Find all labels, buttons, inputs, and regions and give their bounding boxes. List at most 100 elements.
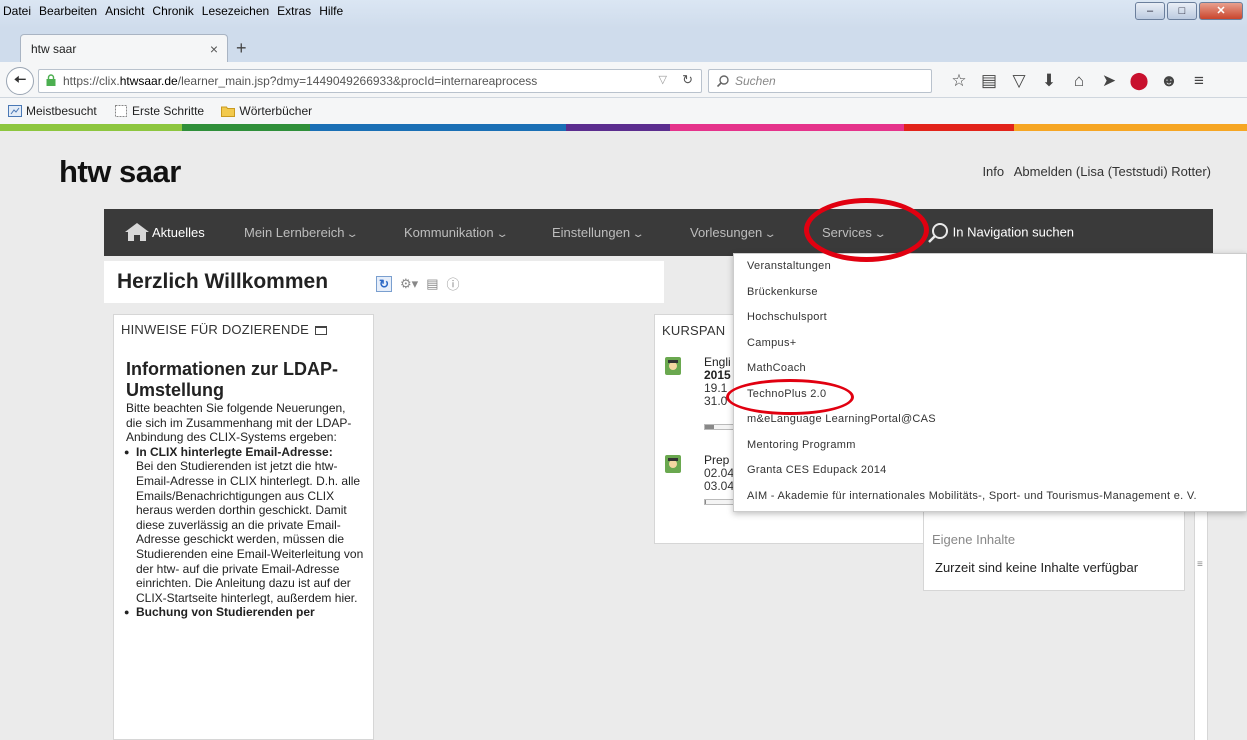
menu-item-brueckenkurse[interactable]: Brückenkurse xyxy=(734,280,1246,306)
course-icon xyxy=(665,455,681,473)
info-intro: Bitte beachten Sie folgende Neuerungen, … xyxy=(126,401,352,445)
info-list: In CLIX hinterlegte Email-Adresse: Bei d… xyxy=(114,445,373,620)
nav-vorlesungen[interactable]: Vorlesungen⌄ xyxy=(690,225,778,240)
search-icon xyxy=(717,75,729,87)
search-icon xyxy=(928,223,948,243)
brand-color-segment xyxy=(904,124,1014,131)
panel-header: Eigene Inhalte xyxy=(932,532,1016,547)
page-icon xyxy=(115,105,128,117)
page-title: Herzlich Willkommen xyxy=(117,270,329,293)
reload-icon[interactable]: ↻ xyxy=(682,72,693,88)
chevron-down-icon: ⌄ xyxy=(763,229,778,240)
info-icon[interactable]: ⓘ xyxy=(446,274,459,293)
refresh-icon[interactable]: ↻ xyxy=(376,275,392,292)
menu-item-technoplus[interactable]: TechnoPlus 2.0 xyxy=(734,382,1246,408)
browser-tab[interactable]: htw saar × xyxy=(20,34,228,62)
list-item: Buchung von Studierenden per xyxy=(124,605,365,620)
nav-einstellungen[interactable]: Einstellungen⌄ xyxy=(552,225,645,240)
brand-color-segment xyxy=(310,124,566,131)
brand-color-segment xyxy=(0,124,182,131)
navigation-toolbar: 🠄 https://clix.htwsaar.de/learner_main.j… xyxy=(0,62,1247,98)
menu-hilfe[interactable]: Hilfe xyxy=(315,0,347,19)
top-links: Info Abmelden (Lisa (Teststudi) Rotter) xyxy=(976,164,1211,179)
gear-icon[interactable]: ⚙▾ xyxy=(400,276,418,292)
chat-icon[interactable]: ☻ xyxy=(1154,71,1184,91)
nav-search[interactable]: In Navigation suchen xyxy=(927,222,1074,244)
empty-state-text: Zurzeit sind keine Inhalte verfügbar xyxy=(935,560,1139,575)
send-icon[interactable]: ➤ xyxy=(1094,71,1124,91)
info-link[interactable]: Info xyxy=(982,164,1004,179)
url-path: /learner_main.jsp?dmy=1449049266933&proc… xyxy=(177,74,538,88)
menu-item-mathcoach[interactable]: MathCoach xyxy=(734,356,1246,382)
hamburger-menu-icon[interactable]: ≡ xyxy=(1184,71,1214,91)
scroll-grip-icon[interactable]: ≡ xyxy=(1197,559,1203,570)
url-dropdown-icon[interactable]: ▽ xyxy=(659,73,667,86)
adblock-icon[interactable]: ⬤ xyxy=(1124,71,1154,91)
instructions-link[interactable]: hier. xyxy=(335,591,358,605)
welcome-header: Herzlich Willkommen ↻ ⚙▾ ▤ ⓘ xyxy=(104,261,664,303)
site-logo[interactable]: htw saar xyxy=(59,154,181,190)
tab-strip: htw saar × + xyxy=(0,28,1247,62)
eigene-inhalte-panel: Eigene Inhalte Zurzeit sind keine Inhalt… xyxy=(923,501,1185,591)
pocket-icon[interactable]: ▽ xyxy=(1004,71,1034,91)
lock-icon xyxy=(46,74,56,86)
menu-bearbeiten[interactable]: Bearbeiten xyxy=(35,0,101,19)
nav-aktuelles[interactable]: Aktuelles xyxy=(152,225,205,240)
nav-mein-lernbereich[interactable]: Mein Lernbereich⌄ xyxy=(244,225,360,240)
menu-item-melanguage[interactable]: m&eLanguage LearningPortal@CAS xyxy=(734,407,1246,433)
search-input[interactable]: Suchen xyxy=(708,69,932,93)
menu-ansicht[interactable]: Ansicht xyxy=(101,0,148,19)
brand-color-bar xyxy=(0,124,1247,131)
reading-list-icon[interactable]: ▤ xyxy=(974,71,1004,91)
bookmark-star-icon[interactable]: ☆ xyxy=(944,71,974,91)
welcome-tools: ↻ ⚙▾ ▤ ⓘ xyxy=(376,274,460,293)
hinweise-panel: HINWEISE FÜR DOZIERENDE Informationen zu… xyxy=(113,314,374,740)
url-prefix: https://clix. xyxy=(63,74,120,88)
tab-title: htw saar xyxy=(31,42,77,56)
most-visited-icon xyxy=(8,105,22,117)
house-icon xyxy=(125,223,149,241)
bookmark-erste-schritte[interactable]: Erste Schritte xyxy=(114,104,204,118)
layout-icon[interactable]: ▤ xyxy=(426,276,438,292)
menu-item-aim[interactable]: AIM - Akademie für internationales Mobil… xyxy=(734,484,1246,510)
bookmark-meistbesucht[interactable]: Meistbesucht xyxy=(8,104,97,118)
menu-datei[interactable]: Datei xyxy=(0,0,35,19)
chevron-down-icon: ⌄ xyxy=(495,229,509,240)
new-tab-icon[interactable]: + xyxy=(236,38,247,59)
menu-extras[interactable]: Extras xyxy=(273,0,315,19)
minimize-icon[interactable]: – xyxy=(1135,2,1165,20)
menu-chronik[interactable]: Chronik xyxy=(148,0,197,19)
menu-item-mentoring[interactable]: Mentoring Programm xyxy=(734,433,1246,459)
window-controls: – □ ✕ xyxy=(1135,2,1243,20)
info-title: Informationen zur LDAP-Umstellung xyxy=(126,359,338,400)
menu-item-veranstaltungen[interactable]: Veranstaltungen xyxy=(734,254,1246,280)
download-icon[interactable]: ⬇ xyxy=(1034,71,1064,91)
back-arrow-icon[interactable]: 🠄 xyxy=(6,67,34,95)
menu-lesezeichen[interactable]: Lesezeichen xyxy=(198,0,273,19)
close-window-icon[interactable]: ✕ xyxy=(1199,2,1243,20)
nav-kommunikation[interactable]: Kommunikation⌄ xyxy=(404,225,509,240)
panel-header: HINWEISE FÜR DOZIERENDE xyxy=(114,315,373,337)
chevron-down-icon: ⌄ xyxy=(873,229,887,240)
brand-color-segment xyxy=(182,124,310,131)
course-icon xyxy=(665,357,681,375)
menu-item-hochschulsport[interactable]: Hochschulsport xyxy=(734,305,1246,331)
toolbar-icons: ☆ ▤ ▽ ⬇ ⌂ ➤ ⬤ ☻ ≡ xyxy=(944,71,1214,91)
chevron-down-icon: ⌄ xyxy=(631,229,645,240)
services-dropdown: Veranstaltungen Brückenkurse Hochschulsp… xyxy=(733,253,1247,512)
bookmark-woerterbuecher[interactable]: Wörterbücher xyxy=(221,104,312,118)
chevron-down-icon: ⌄ xyxy=(345,229,360,240)
url-input[interactable]: https://clix.htwsaar.de/learner_main.jsp… xyxy=(38,69,702,93)
tab-close-icon[interactable]: × xyxy=(210,41,218,57)
nav-services[interactable]: Services⌄ xyxy=(822,225,887,240)
logout-link[interactable]: Abmelden (Lisa (Teststudi) Rotter) xyxy=(1014,164,1211,179)
menu-item-campus-plus[interactable]: Campus+ xyxy=(734,331,1246,357)
window-icon[interactable] xyxy=(315,326,328,336)
menu-bar: Datei Bearbeiten Ansicht Chronik Lesezeichen… xyxy=(0,0,1247,28)
maximize-icon[interactable]: □ xyxy=(1167,2,1197,20)
brand-color-segment xyxy=(1014,124,1247,131)
home-icon[interactable]: ⌂ xyxy=(1064,71,1094,91)
menu-item-granta[interactable]: Granta CES Edupack 2014 xyxy=(734,458,1246,484)
main-navigation: Aktuelles Mein Lernbereich⌄ Kommunikatio… xyxy=(104,209,1213,256)
brand-color-segment xyxy=(670,124,904,131)
